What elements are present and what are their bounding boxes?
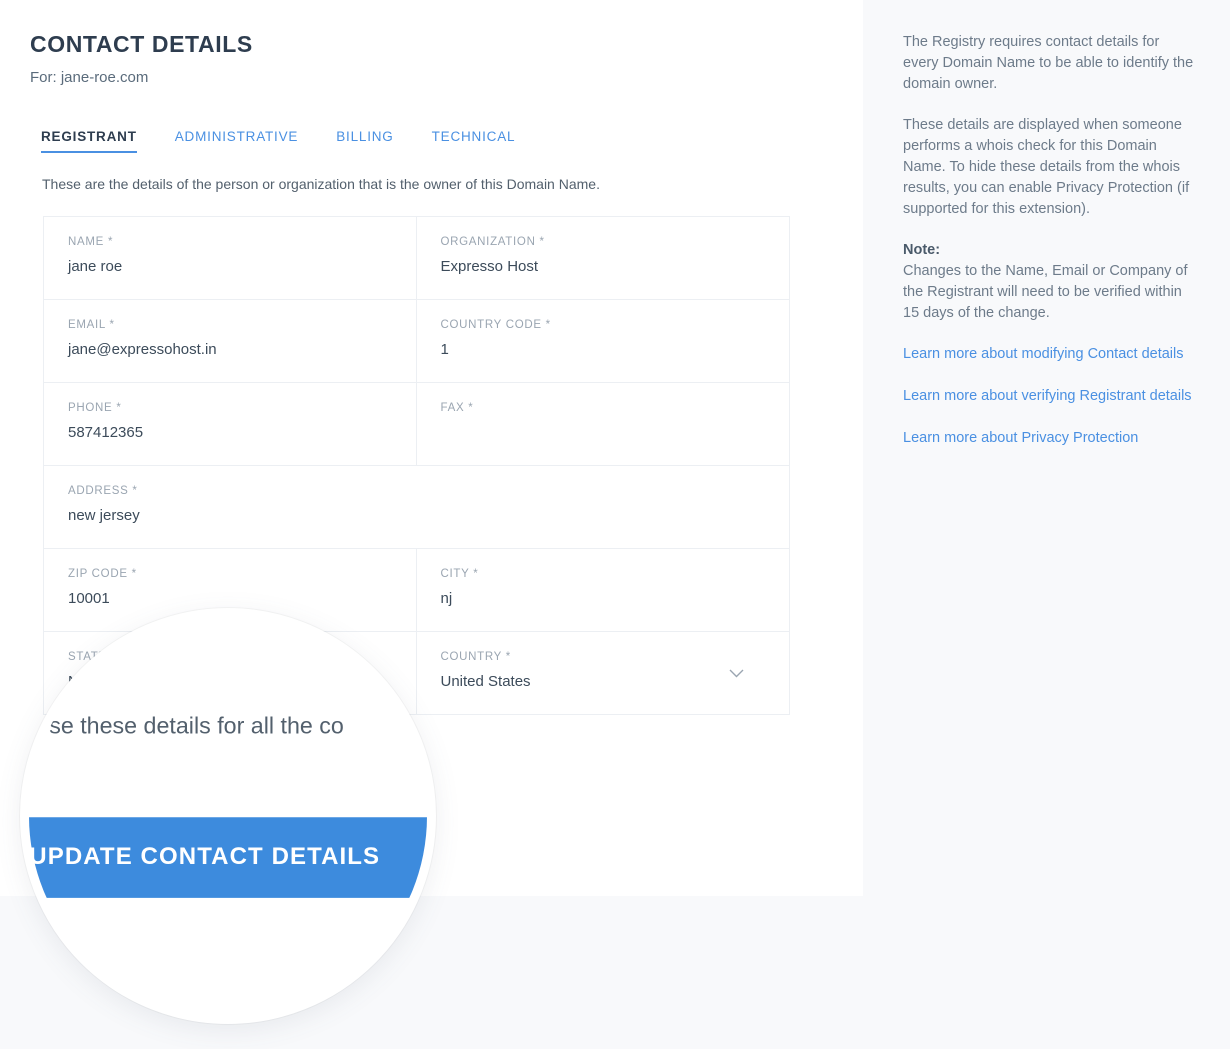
form-row-zip-city: ZIP CODE * 10001 CITY * nj <box>44 549 789 632</box>
sidebar-note-title: Note: <box>903 240 1195 261</box>
field-label-state: STATE * <box>68 651 416 663</box>
form-row-phone-fax: PHONE * 587412365 FAX * <box>44 383 789 466</box>
field-value-fax <box>441 424 790 443</box>
link-verifying-registrant-details[interactable]: Learn more about verifying Registrant de… <box>903 386 1195 407</box>
contact-details-page: CONTACT DETAILS For: jane-roe.com REGIST… <box>0 0 1230 1049</box>
field-value-phone: 587412365 <box>68 424 416 443</box>
field-label-fax: FAX * <box>441 402 790 414</box>
field-address[interactable]: ADDRESS * new jersey <box>44 466 789 548</box>
field-label-phone: PHONE * <box>68 402 416 414</box>
tab-administrative[interactable]: ADMINISTRATIVE <box>175 129 298 153</box>
sidebar-paragraph-2: These details are displayed when someone… <box>903 115 1195 220</box>
tab-description: These are the details of the person or o… <box>42 176 600 192</box>
field-label-organization: ORGANIZATION * <box>441 236 790 248</box>
field-label-city: CITY * <box>441 568 790 580</box>
field-name[interactable]: NAME * jane roe <box>44 217 417 299</box>
link-modifying-contact-details[interactable]: Learn more about modifying Contact detai… <box>903 344 1195 365</box>
form-row-address: ADDRESS * new jersey <box>44 466 789 549</box>
field-fax[interactable]: FAX * <box>417 383 790 465</box>
link-privacy-protection[interactable]: Learn more about Privacy Protection <box>903 428 1195 449</box>
field-value-state: New Jersey <box>68 673 416 692</box>
form-row-name-organization: NAME * jane roe ORGANIZATION * Expresso … <box>44 217 789 300</box>
field-value-name: jane roe <box>68 258 416 277</box>
field-country-code[interactable]: COUNTRY CODE * 1 <box>417 300 790 382</box>
field-value-email: jane@expressohost.in <box>68 341 416 360</box>
field-value-organization: Expresso Host <box>441 258 790 277</box>
field-label-country-code: COUNTRY CODE * <box>441 319 790 331</box>
field-country[interactable]: COUNTRY * United States <box>417 632 790 714</box>
sidebar-paragraph-1: The Registry requires contact details fo… <box>903 32 1195 95</box>
content-panel: CONTACT DETAILS For: jane-roe.com REGIST… <box>0 0 863 896</box>
info-sidebar: The Registry requires contact details fo… <box>903 32 1195 470</box>
field-state[interactable]: STATE * New Jersey <box>44 632 417 714</box>
domain-subtitle: For: jane-roe.com <box>30 69 148 86</box>
checkbox-label: Use these details for all the contact ty… <box>96 741 355 757</box>
use-for-all-contacts-checkbox-row[interactable]: Use these details for all the contact ty… <box>60 738 355 760</box>
sidebar-note-body: Changes to the Name, Email or Company of… <box>903 261 1195 324</box>
field-label-address: ADDRESS * <box>68 485 789 497</box>
field-organization[interactable]: ORGANIZATION * Expresso Host <box>417 217 790 299</box>
tab-billing[interactable]: BILLING <box>336 129 393 153</box>
field-value-zip-code: 10001 <box>68 590 416 609</box>
field-email[interactable]: EMAIL * jane@expressohost.in <box>44 300 417 382</box>
field-city[interactable]: CITY * nj <box>417 549 790 631</box>
form-row-state-country: STATE * New Jersey COUNTRY * United Stat… <box>44 632 789 714</box>
field-phone[interactable]: PHONE * 587412365 <box>44 383 417 465</box>
contact-form: NAME * jane roe ORGANIZATION * Expresso … <box>43 216 790 715</box>
update-contact-details-button[interactable]: UPDATE CONTACT DETAILS <box>60 817 354 869</box>
chevron-down-icon[interactable] <box>729 669 744 678</box>
contact-type-tabs: REGISTRANT ADMINISTRATIVE BILLING TECHNI… <box>41 129 553 153</box>
page-title: CONTACT DETAILS <box>30 31 253 58</box>
field-value-country-code: 1 <box>441 341 790 360</box>
field-zip-code[interactable]: ZIP CODE * 10001 <box>44 549 417 631</box>
field-label-email: EMAIL * <box>68 319 416 331</box>
field-label-zip-code: ZIP CODE * <box>68 568 416 580</box>
checkbox-checked-icon[interactable] <box>60 738 82 760</box>
field-value-city: nj <box>441 590 790 609</box>
tab-technical[interactable]: TECHNICAL <box>432 129 516 153</box>
form-row-email-countrycode: EMAIL * jane@expressohost.in COUNTRY COD… <box>44 300 789 383</box>
tab-registrant[interactable]: REGISTRANT <box>41 129 137 153</box>
field-value-address: new jersey <box>68 507 789 526</box>
field-label-name: NAME * <box>68 236 416 248</box>
field-label-country: COUNTRY * <box>441 651 790 663</box>
